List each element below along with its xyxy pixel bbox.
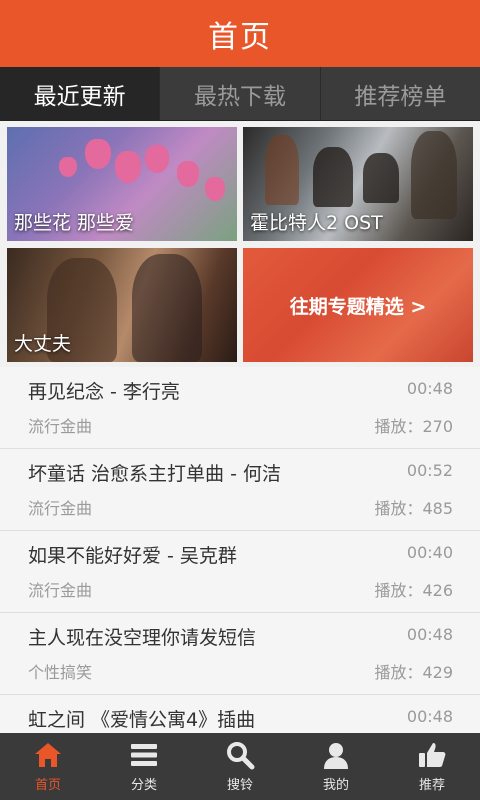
song-title: 坏童话 治愈系主打单曲 - 何洁: [28, 463, 281, 485]
past-topics-label: 往期专题精选 >: [289, 295, 427, 318]
nav-profile[interactable]: 我的: [288, 733, 384, 800]
nav-categories[interactable]: 分类: [96, 733, 192, 800]
app-header: 首页: [0, 0, 480, 67]
nav-search-label: 搜铃: [226, 778, 253, 793]
tab-recommended-charts[interactable]: 推荐榜单: [320, 67, 480, 120]
banner-caption: 大丈夫: [14, 333, 72, 355]
nav-recommend[interactable]: 推荐: [384, 733, 480, 800]
song-title: 再见纪念 - 李行亮: [28, 381, 180, 403]
thumbs-up-icon: [419, 743, 446, 767]
song-duration: 00:52: [406, 461, 453, 480]
tab-bar: 最近更新 最热下载 推荐榜单: [0, 67, 480, 121]
nav-home[interactable]: 首页: [0, 733, 96, 800]
song-row[interactable]: 坏童话 治愈系主打单曲 - 何洁 00:52 流行金曲 播放：485: [0, 449, 480, 531]
banner-grid: 那些花 那些爱 霍比特人2 OST 大丈夫 往期专题精选 >: [0, 121, 480, 367]
song-title: 主人现在没空理你请发短信: [28, 627, 257, 649]
song-play-count: 播放：426: [374, 581, 453, 600]
home-icon: [35, 743, 61, 767]
song-duration: 00:48: [406, 625, 453, 644]
nav-categories-label: 分类: [130, 778, 157, 793]
song-title: 虹之间 《爱情公寓4》插曲: [28, 709, 256, 731]
song-duration: 00:48: [406, 379, 453, 398]
song-genre: 流行金曲: [28, 499, 93, 518]
nav-home-label: 首页: [34, 778, 61, 793]
song-row[interactable]: 如果不能好好爱 - 吴克群 00:40 流行金曲 播放：426: [0, 531, 480, 613]
nav-recommend-label: 推荐: [418, 778, 445, 793]
song-play-count: 播放：270: [374, 417, 453, 436]
song-genre: 流行金曲: [28, 417, 93, 436]
song-title: 如果不能好好爱 - 吴克群: [28, 545, 237, 567]
page-title: 首页: [208, 19, 272, 55]
tab-hot-downloads[interactable]: 最热下载: [160, 67, 321, 120]
nav-search[interactable]: 搜铃: [192, 733, 288, 800]
song-genre: 个性搞笑: [28, 663, 93, 682]
tab-recent-updates[interactable]: 最近更新: [0, 67, 161, 120]
song-duration: 00:48: [406, 707, 453, 726]
banner-dazhangfu[interactable]: 大丈夫: [7, 248, 237, 362]
banner-flowers[interactable]: 那些花 那些爱: [7, 127, 237, 241]
song-list: 再见纪念 - 李行亮 00:48 流行金曲 播放：270 坏童话 治愈系主打单曲…: [0, 367, 480, 733]
song-row[interactable]: 虹之间 《爱情公寓4》插曲 00:48: [0, 695, 480, 733]
banner-past-topics[interactable]: 往期专题精选 >: [243, 248, 473, 362]
bottom-navigation: 首页 分类 搜铃 我的 推荐: [0, 733, 480, 800]
nav-profile-label: 我的: [322, 778, 349, 793]
song-play-count: 播放：485: [374, 499, 453, 518]
song-row[interactable]: 主人现在没空理你请发短信 00:48 个性搞笑 播放：429: [0, 613, 480, 695]
song-row[interactable]: 再见纪念 - 李行亮 00:48 流行金曲 播放：270: [0, 367, 480, 449]
song-duration: 00:40: [406, 543, 453, 562]
banner-hobbit[interactable]: 霍比特人2 OST: [243, 127, 473, 241]
user-icon: [324, 743, 348, 769]
song-genre: 流行金曲: [28, 581, 93, 600]
search-icon: [227, 742, 255, 770]
song-play-count: 播放：429: [374, 663, 453, 682]
menu-icon: [131, 744, 157, 766]
banner-caption: 霍比特人2 OST: [250, 212, 383, 234]
banner-caption: 那些花 那些爱: [14, 212, 135, 234]
